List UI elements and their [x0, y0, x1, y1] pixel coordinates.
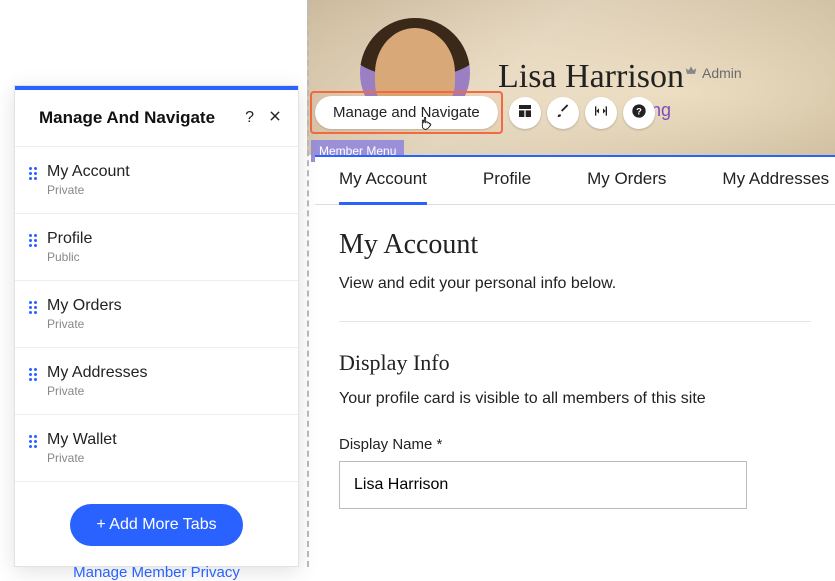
section-info: Your profile card is visible to all memb… [339, 390, 811, 408]
sidebar-item-my-orders[interactable]: My Orders Private [15, 281, 298, 348]
divider [339, 321, 811, 322]
sidebar-item-label: My Account [47, 163, 130, 181]
crown-icon [684, 64, 698, 81]
stretch-button[interactable] [585, 97, 617, 129]
sidebar-item-my-account[interactable]: My Account Private [15, 147, 298, 214]
panel-footer: + Add More Tabs Manage Member Privacy [15, 482, 298, 581]
tab-my-addresses[interactable]: My Addresses [722, 156, 829, 205]
drag-handle-icon[interactable] [29, 167, 37, 180]
svg-text:?: ? [636, 106, 642, 116]
admin-label: Admin [702, 65, 742, 81]
sidebar-item-label: Profile [47, 230, 92, 248]
close-icon [268, 110, 282, 127]
panel-title: Manage And Navigate [39, 108, 215, 128]
manage-navigate-button[interactable]: Manage and Navigate [315, 96, 498, 129]
panel-close-button[interactable] [268, 109, 282, 128]
add-more-tabs-button[interactable]: + Add More Tabs [70, 504, 242, 546]
sidebar-item-privacy: Private [47, 451, 117, 465]
tab-profile[interactable]: Profile [483, 156, 531, 205]
drag-handle-icon[interactable] [29, 368, 37, 381]
panel-header-actions: ? [245, 109, 282, 128]
sidebar-item-profile[interactable]: Profile Public [15, 214, 298, 281]
layout-button[interactable] [509, 97, 541, 129]
sidebar-item-privacy: Public [47, 250, 92, 264]
cursor-hand-icon [419, 116, 435, 137]
section-heading: Display Info [339, 350, 811, 376]
admin-badge: Admin [684, 64, 742, 81]
display-name-label: Display Name * [339, 436, 811, 453]
sidebar-item-label: My Orders [47, 297, 122, 315]
sidebar-item-label: My Wallet [47, 431, 117, 449]
editor-toolbar: Manage and Navigate ? [310, 91, 655, 134]
brush-icon [555, 103, 571, 122]
content-panel: My Account View and edit your personal i… [315, 205, 835, 567]
drag-handle-icon[interactable] [29, 435, 37, 448]
question-icon: ? [631, 103, 647, 122]
manage-navigate-highlight: Manage and Navigate [310, 91, 503, 134]
sidebar-item-privacy: Private [47, 183, 130, 197]
tab-my-orders[interactable]: My Orders [587, 156, 666, 205]
vertical-ruler [307, 0, 309, 567]
sidebar-item-my-addresses[interactable]: My Addresses Private [15, 348, 298, 415]
display-name-input[interactable] [339, 461, 747, 509]
panel-help-button[interactable]: ? [245, 109, 254, 127]
sidebar-item-privacy: Private [47, 384, 147, 398]
design-button[interactable] [547, 97, 579, 129]
member-tabs: My Account Profile My Orders My Addresse… [315, 155, 835, 205]
panel-header: Manage And Navigate ? [15, 90, 298, 147]
page-subtext: View and edit your personal info below. [339, 275, 811, 293]
tab-my-account[interactable]: My Account [339, 156, 427, 205]
drag-handle-icon[interactable] [29, 301, 37, 314]
manage-navigate-panel: Manage And Navigate ? My Account Private… [14, 85, 299, 567]
sidebar-item-label: My Addresses [47, 364, 147, 382]
help-button[interactable]: ? [623, 97, 655, 129]
stretch-icon [593, 103, 609, 122]
sidebar-item-privacy: Private [47, 317, 122, 331]
page-title: My Account [339, 229, 811, 261]
drag-handle-icon[interactable] [29, 234, 37, 247]
sidebar-item-my-wallet[interactable]: My Wallet Private [15, 415, 298, 482]
layout-icon [517, 103, 533, 122]
